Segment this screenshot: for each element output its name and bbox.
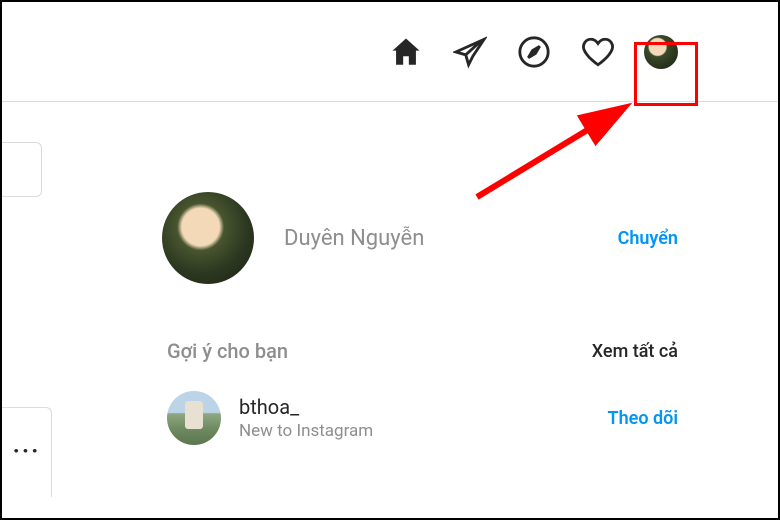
home-icon[interactable] [388, 34, 424, 70]
suggestions-heading: Gợi ý cho bạn [167, 339, 288, 363]
suggestion-item: bthoa_ New to Instagram Theo dõi [167, 391, 678, 445]
more-options-card[interactable]: ··· [2, 407, 52, 497]
sidebar-content: Duyên Nguyễn Chuyển Gợi ý cho bạn Xem tấ… [2, 102, 778, 445]
more-options-icon: ··· [13, 437, 41, 465]
current-user-row: Duyên Nguyễn Chuyển [162, 192, 718, 284]
follow-link[interactable]: Theo dõi [608, 408, 678, 429]
suggestion-text: bthoa_ New to Instagram [239, 395, 608, 441]
card-edge-fragment [2, 142, 42, 197]
current-user-avatar[interactable] [162, 192, 254, 284]
switch-account-link[interactable]: Chuyển [618, 228, 678, 249]
suggestion-avatar[interactable] [167, 391, 221, 445]
suggestion-username[interactable]: bthoa_ [239, 395, 608, 419]
top-nav-bar [2, 2, 778, 102]
current-user-name: Duyên Nguyễn [284, 226, 618, 251]
profile-avatar[interactable] [644, 35, 678, 69]
suggestions-header: Gợi ý cho bạn Xem tất cả [167, 339, 678, 363]
see-all-link[interactable]: Xem tất cả [592, 341, 678, 362]
activity-icon[interactable] [580, 34, 616, 70]
messages-icon[interactable] [452, 34, 488, 70]
explore-icon[interactable] [516, 34, 552, 70]
suggestion-subtitle: New to Instagram [239, 421, 608, 441]
